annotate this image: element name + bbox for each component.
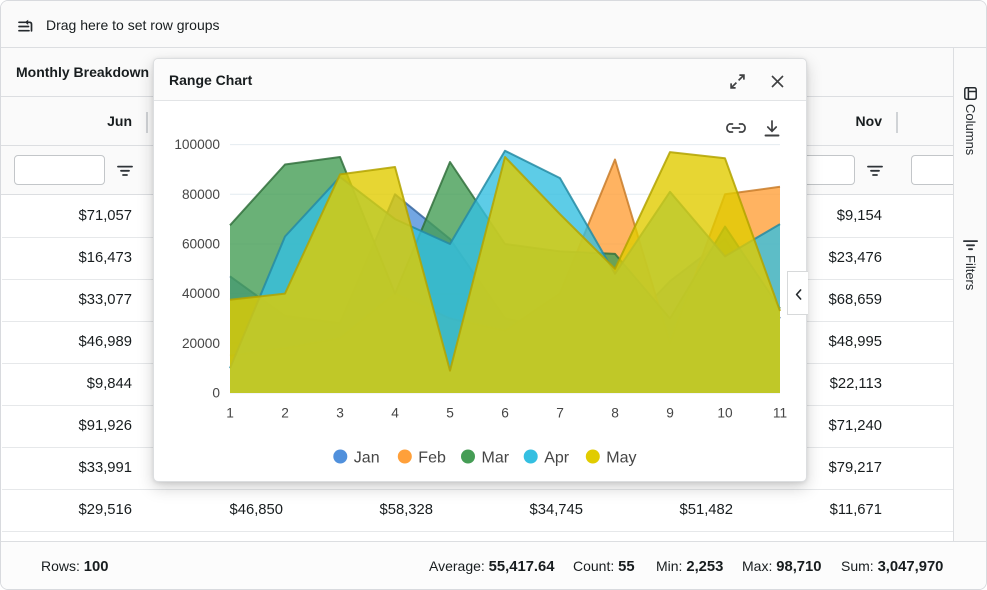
svg-text:20000: 20000 [182,336,220,351]
svg-text:4: 4 [391,406,399,421]
svg-text:Mar: Mar [482,449,510,466]
svg-text:60000: 60000 [182,237,220,252]
svg-text:8: 8 [611,406,619,421]
svg-text:3: 3 [336,406,344,421]
svg-text:1: 1 [226,406,234,421]
svg-text:Jan: Jan [354,449,380,466]
svg-text:Feb: Feb [418,449,446,466]
svg-text:6: 6 [501,406,509,421]
svg-text:100000: 100000 [174,137,220,152]
svg-text:7: 7 [556,406,564,421]
svg-text:80000: 80000 [182,187,220,202]
svg-text:May: May [606,449,636,466]
svg-text:10: 10 [717,406,733,421]
svg-text:40000: 40000 [182,286,220,301]
svg-text:5: 5 [446,406,454,421]
svg-text:11: 11 [773,406,787,421]
svg-text:9: 9 [666,406,674,421]
svg-text:0: 0 [212,386,220,401]
svg-text:Apr: Apr [544,449,570,466]
svg-text:2: 2 [281,406,289,421]
